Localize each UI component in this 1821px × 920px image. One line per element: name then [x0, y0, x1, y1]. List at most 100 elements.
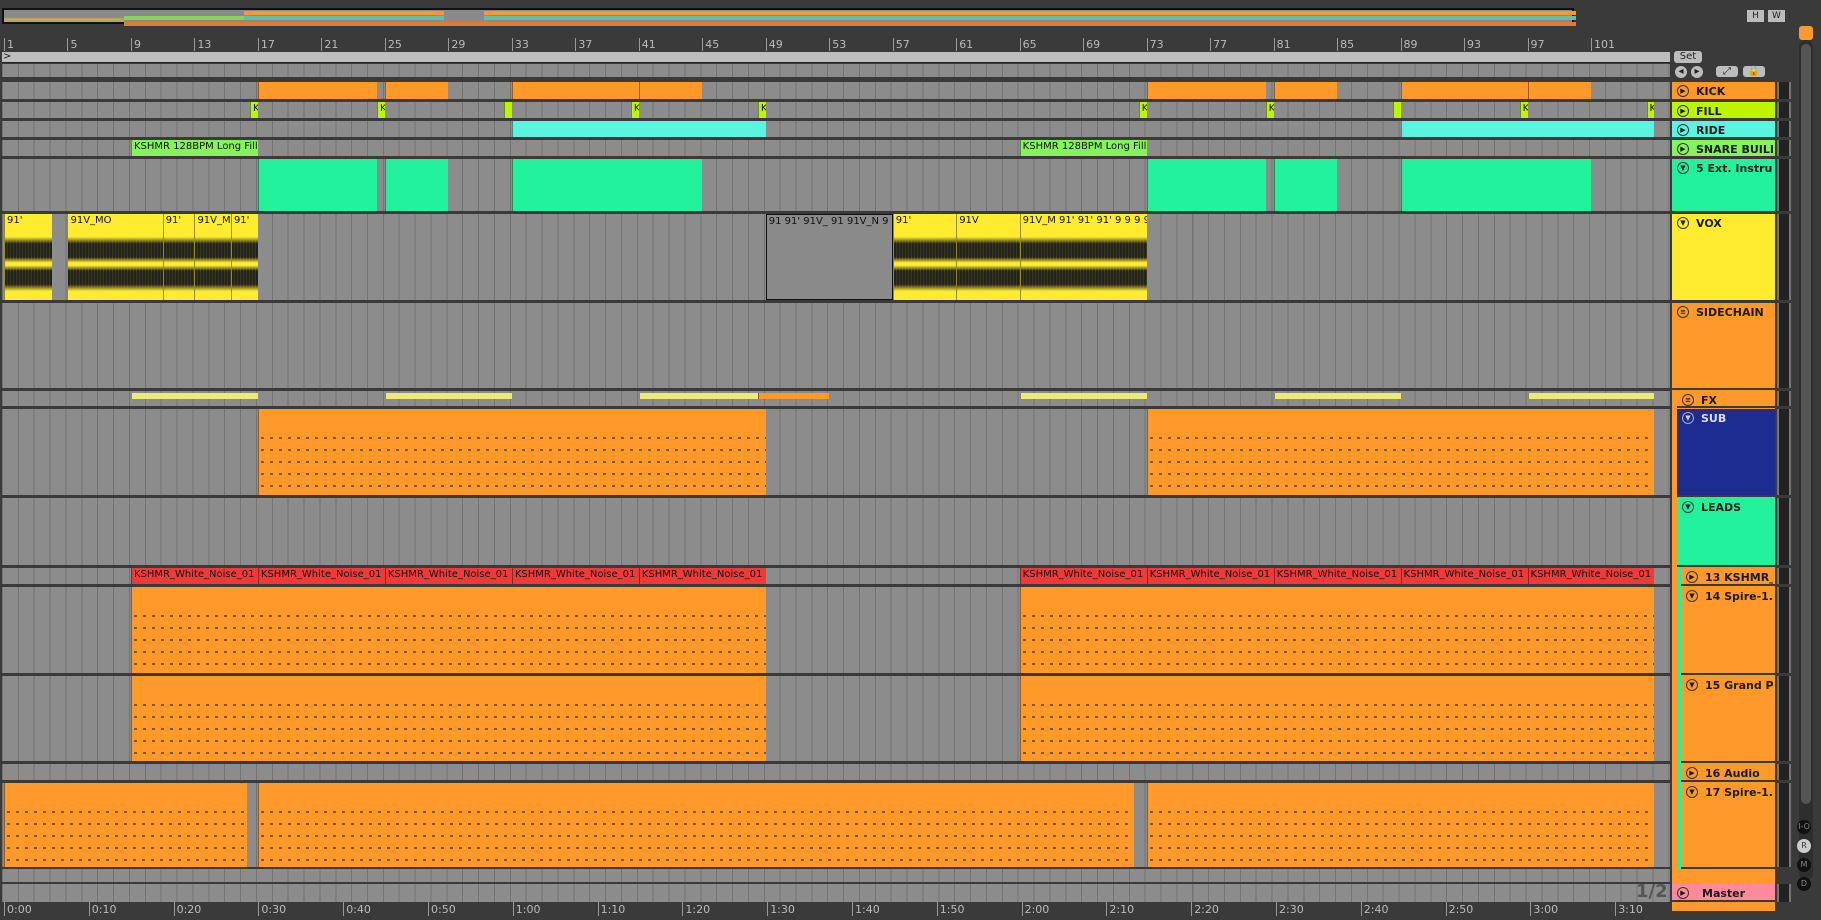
clip[interactable]: 91V	[956, 214, 1020, 300]
lock-icon[interactable]: 🔒	[1743, 66, 1765, 77]
track-header-leads[interactable]: ▼ LEADS	[1677, 498, 1775, 567]
track-lane[interactable]	[2, 783, 1670, 869]
track-header-16-audio[interactable]: ▶ 16 Audio	[1681, 764, 1775, 782]
clip[interactable]	[1527, 82, 1591, 99]
clip[interactable]: 91'	[892, 214, 957, 300]
clip[interactable]	[4, 783, 247, 867]
clip[interactable]	[384, 82, 449, 99]
clip[interactable]	[1146, 159, 1266, 211]
track-lane[interactable]	[2, 587, 1670, 675]
track-header-ride[interactable]: ▶ RIDE	[1672, 121, 1775, 139]
clip[interactable]	[257, 82, 377, 99]
track-lane[interactable]: KSHMR_White_Noise_01 KSHMR_White_Noise_01…	[2, 568, 1670, 586]
track-lane[interactable]	[2, 303, 1670, 390]
track-lane[interactable]	[2, 82, 1670, 101]
play-icon[interactable]: ≡	[1682, 394, 1694, 406]
beat-ruler[interactable]: 1 5 9 13 17 21 25 29 33 37 41 45 49 53 57 61 65 69 73 77 81 8…	[0, 38, 1670, 53]
clip[interactable]	[130, 587, 766, 673]
track-header-master[interactable]: ▶ Master	[1672, 884, 1775, 902]
clip[interactable]	[511, 82, 639, 99]
track-header-sidechain[interactable]: ≡ SIDECHAIN	[1672, 303, 1775, 390]
play-icon[interactable]: ▶	[1686, 767, 1698, 779]
clip[interactable]: K	[1265, 102, 1274, 118]
arrow-right-icon[interactable]: ▸	[1691, 66, 1703, 78]
clip[interactable]: KSHMR_White_Noise_01	[1400, 568, 1528, 584]
clip[interactable]	[1400, 121, 1655, 137]
clip[interactable]: K	[249, 102, 258, 118]
clip[interactable]	[1527, 393, 1655, 399]
play-icon[interactable]: ▶	[1677, 105, 1689, 117]
clip[interactable]	[1146, 783, 1655, 867]
clip[interactable]	[1400, 159, 1591, 211]
clip[interactable]: KSHMR 128BPM Long Fill 0	[130, 140, 258, 156]
track-lane[interactable]	[2, 498, 1670, 567]
clip[interactable]: KSHMR_White_Noise_01	[130, 568, 258, 584]
track-header-5-ext-instrume[interactable]: ▼ 5 Ext. Instrume	[1672, 159, 1775, 213]
clip[interactable]	[503, 102, 512, 118]
clip[interactable]: KSHMR_White_Noise_01	[1019, 568, 1147, 584]
clip[interactable]	[1146, 409, 1655, 495]
h-button[interactable]: H	[1747, 10, 1764, 22]
clip[interactable]	[1273, 159, 1338, 211]
menu-icon[interactable]	[1799, 26, 1813, 40]
fold-down-icon[interactable]: ▼	[1682, 501, 1694, 513]
track-header-fx[interactable]: ≡ FX	[1677, 391, 1775, 408]
clip[interactable]	[257, 409, 766, 495]
clip[interactable]	[638, 82, 703, 99]
clip[interactable]	[1400, 82, 1528, 99]
fold-down-icon[interactable]: ▼	[1686, 590, 1698, 602]
track-header-vox[interactable]: ▼ VOX	[1672, 214, 1775, 302]
track-lane[interactable]	[2, 676, 1670, 763]
loop-bar[interactable]: >	[2, 51, 1670, 63]
track-lane[interactable]: KKKKKKKK	[2, 102, 1670, 120]
play-icon[interactable]: ▶	[1677, 887, 1689, 899]
clip[interactable]	[1019, 676, 1655, 761]
clip[interactable]: K	[1646, 102, 1655, 118]
set-locator-button[interactable]: Set	[1674, 51, 1702, 63]
clip[interactable]	[1019, 393, 1147, 399]
play-icon[interactable]: ▶	[1677, 85, 1689, 97]
fold-down-icon[interactable]: ▼	[1686, 679, 1698, 691]
clip[interactable]: KSHMR_White_Noise_01	[638, 568, 766, 584]
clip[interactable]: 91V_M 91' 91' 91' 9 9 9 9 91'	[1019, 214, 1147, 300]
clip[interactable]: 91'	[4, 214, 52, 300]
clip[interactable]: KSHMR_White_Noise_01	[384, 568, 512, 584]
track-lane[interactable]	[2, 121, 1670, 139]
clip[interactable]: 91 91' 91V_ 91 91V_N 9	[765, 214, 893, 300]
side-button-r[interactable]: R	[1797, 839, 1811, 853]
arrow-left-icon[interactable]: ◂	[1675, 66, 1687, 78]
play-icon[interactable]: ▶	[1677, 143, 1689, 155]
fold-down-icon[interactable]: ▼	[1682, 412, 1694, 424]
track-header-13-kshmr-w[interactable]: ▶ 13 KSHMR_W	[1681, 568, 1775, 586]
time-ruler[interactable]: 0:00 0:10 0:20 0:30 0:40 0:50 1:00 1:10 1:20 1:30…	[0, 902, 1670, 918]
clip[interactable]: KSHMR 128BPM Long Fill 0	[1019, 140, 1147, 156]
clip[interactable]	[130, 393, 258, 399]
track-lane[interactable]: 91' 91V_MO 91' 91V_M 91' 91' 91V 91V_M 91' 91' …	[2, 214, 1670, 302]
clip[interactable]: K	[1519, 102, 1528, 118]
track-header-15-grand-pia[interactable]: ▼ 15 Grand Pia	[1681, 676, 1775, 763]
clip[interactable]	[511, 121, 766, 137]
track-lane[interactable]	[2, 764, 1670, 782]
track-header-snare-build[interactable]: ▶ SNARE BUILD	[1672, 140, 1775, 158]
clip[interactable]: KSHMR_White_Noise_01	[1527, 568, 1655, 584]
clip[interactable]	[130, 676, 766, 761]
track-header-fill[interactable]: ▶ FILL	[1672, 102, 1775, 120]
clip[interactable]: 91V_M	[194, 214, 231, 300]
clip[interactable]: 91V_MO	[67, 214, 163, 300]
clip[interactable]: KSHMR_White_Noise_01	[257, 568, 385, 584]
track-lane[interactable]	[2, 409, 1670, 497]
fold-down-icon[interactable]: ▼	[1677, 162, 1689, 174]
w-button[interactable]: W	[1768, 10, 1785, 22]
play-icon[interactable]: ▶	[1677, 124, 1689, 136]
side-button-i-o[interactable]: I-O	[1797, 820, 1811, 834]
track-lane[interactable]: KSHMR 128BPM Long Fill 0 KSHMR 128BPM Lon…	[2, 140, 1670, 158]
clip[interactable]: K	[1138, 102, 1147, 118]
expand-icon[interactable]: ⤢	[1716, 66, 1738, 77]
clip[interactable]: K	[376, 102, 385, 118]
side-button-d[interactable]: D	[1797, 877, 1811, 891]
locator-lane[interactable]	[2, 64, 1670, 77]
fold-down-icon[interactable]: ▼	[1686, 786, 1698, 798]
fold-down-icon[interactable]: ≡	[1677, 306, 1689, 318]
clip[interactable]	[1273, 393, 1401, 399]
clip[interactable]	[638, 393, 766, 399]
